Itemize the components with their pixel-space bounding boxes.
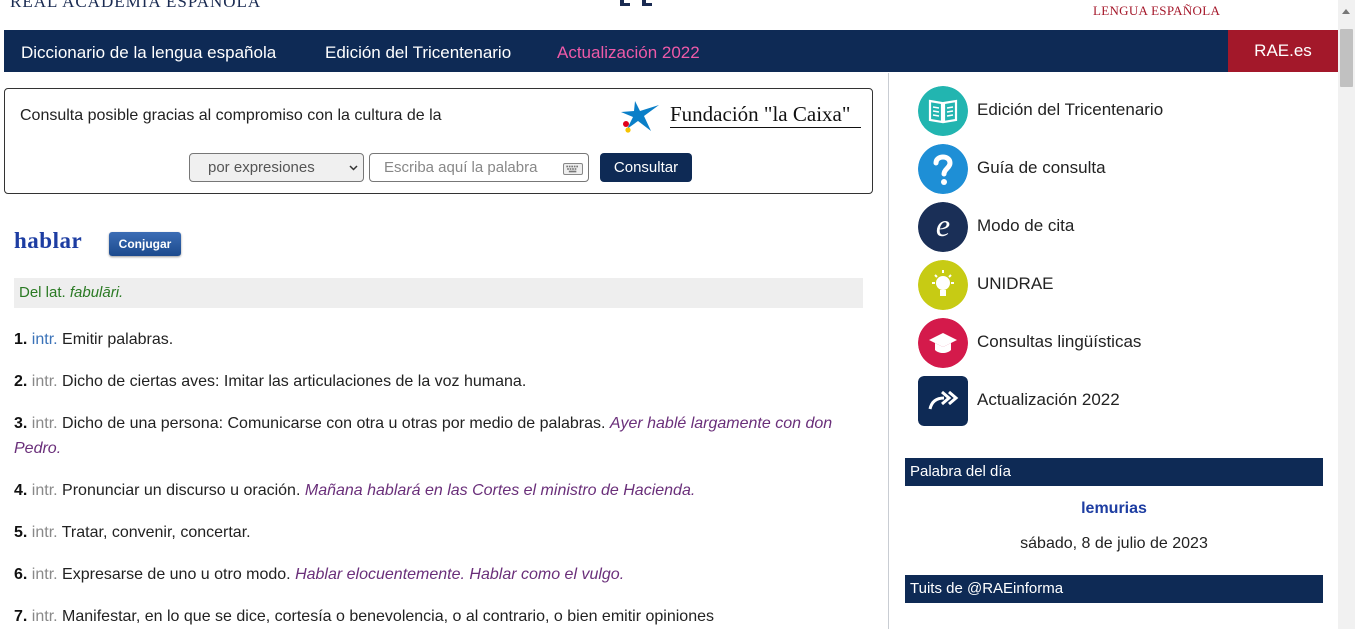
search-input[interactable]: Escriba aquí la palabra [369,153,589,182]
search-mode-value: por expresiones [208,159,315,176]
etymology: Del lat. fabulāri. [14,278,863,308]
caixa-underline [670,127,861,128]
definition-item: 6. intr. Expresarse de uno u otro modo. … [14,562,866,587]
book-icon [918,86,968,136]
definition-number: 7. [14,608,28,625]
definition-number: 5. [14,524,28,541]
definition-number: 3. [14,415,28,432]
caixa-star-icon [621,101,659,133]
definition-abbr[interactable]: intr. [32,331,58,348]
nav-actualizacion[interactable]: Actualización 2022 [557,43,700,63]
definition-item: 1. intr. Emitir palabras. [14,327,866,352]
vertical-scrollbar[interactable] [1338,0,1355,629]
keyboard-icon[interactable] [563,163,583,175]
rae-org-name[interactable]: REAL ACADEMIA ESPAÑOLA [10,0,261,12]
search-placeholder: Escriba aquí la palabra [384,159,538,176]
sidebar-label: Consultas lingüísticas [977,332,1142,351]
definition-text: Pronunciar un discurso u oración. [62,482,301,499]
definition-abbr[interactable]: intr. [32,524,58,541]
double-arrow-icon [918,376,968,426]
column-divider [888,73,889,629]
conjugar-button[interactable]: Conjugar [109,232,181,256]
top-header: REAL ACADEMIA ESPAÑOLA LENGUA ESPAÑOLA [0,0,1338,30]
sidebar-item-guia[interactable]: Guía de consulta [918,144,1298,196]
definition-abbr[interactable]: intr. [32,566,58,583]
sidebar-label: UNIDRAE [977,274,1054,293]
word-of-day-link[interactable]: lemurias [905,500,1323,518]
word-of-day-date: sábado, 8 de julio de 2023 [1020,535,1208,552]
definition-number: 2. [14,373,28,390]
scroll-thumb[interactable] [1340,29,1353,87]
definition-number: 4. [14,482,28,499]
sidebar-item-modo-cita[interactable]: e Modo de cita [918,202,1298,254]
caixa-logo-text: Fundación "la Caixa" [670,102,851,126]
definition-abbr[interactable]: intr. [32,482,58,499]
sponsor-text: Consulta posible gracias al compromiso c… [20,107,442,124]
sidebar-item-tricentenario[interactable]: Edición del Tricentenario [918,86,1298,138]
definition-text: Emitir palabras. [62,331,174,348]
definition-item: 5. intr. Tratar, convenir, concertar. [14,520,866,545]
chevron-down-icon [349,165,358,171]
definition-text: Manifestar, en lo que se dice, cortesía … [62,608,714,625]
definitions-list: 1. intr. Emitir palabras. 2. intr. Dicho… [14,327,866,629]
definition-text: Dicho de una persona: Comunicarse con ot… [62,415,606,432]
e-letter-icon: e [918,202,968,252]
scroll-up-icon[interactable] [1342,9,1350,14]
definition-item: 2. intr. Dicho de ciertas aves: Imitar l… [14,369,866,394]
sidebar-item-actualizacion[interactable]: Actualización 2022 [918,376,1298,428]
definition-text: Tratar, convenir, concertar. [61,524,251,541]
search-mode-select[interactable]: por expresiones [189,153,364,182]
definition-abbr[interactable]: intr. [32,415,58,432]
sidebar-label: Edición del Tricentenario [977,100,1164,119]
consultar-button[interactable]: Consultar [600,153,692,182]
word-of-day-heading: Palabra del día [905,458,1323,486]
rae-es-button[interactable]: RAE.es [1228,30,1338,72]
main-navbar: Diccionario de la lengua española Edició… [4,30,1338,72]
sidebar-label: Actualización 2022 [977,390,1120,409]
fundacion-la-caixa-logo[interactable]: Fundación "la Caixa" [619,99,864,133]
definition-abbr[interactable]: intr. [32,608,58,625]
definition-number: 6. [14,566,28,583]
tweets-heading: Tuits de @RAEinforma [905,575,1323,603]
definition-example: Hablar elocuentemente. Hablar como el vu… [295,566,625,583]
definition-item: 7. intr. Manifestar, en lo que se dice, … [14,604,866,629]
lengua-espanola-label: LENGUA ESPAÑOLA [1093,3,1221,18]
nav-diccionario[interactable]: Diccionario de la lengua española [21,43,276,63]
nav-tricentenario[interactable]: Edición del Tricentenario [325,43,511,63]
definition-example: Mañana hablará en las Cortes el ministro… [304,482,696,499]
lightbulb-icon [918,260,968,310]
headword: hablar [14,228,83,253]
sidebar-item-unidrae[interactable]: UNIDRAE [918,260,1298,312]
definition-item: 4. intr. Pronunciar un discurso u oració… [14,478,866,503]
sidebar-label: Modo de cita [977,216,1075,235]
svg-text:e: e [936,207,950,243]
rae-logo-icon[interactable] [616,0,656,10]
sidebar-label: Guía de consulta [977,158,1106,177]
definition-number: 1. [14,331,28,348]
graduation-cap-icon [918,318,968,368]
definition-text: Expresarse de uno u otro modo. [62,566,291,583]
sidebar-item-consultas[interactable]: Consultas lingüísticas [918,318,1298,370]
search-panel: Consulta posible gracias al compromiso c… [4,88,873,194]
question-icon [918,144,968,194]
definition-item: 3. intr. Dicho de una persona: Comunicar… [14,411,866,461]
definition-abbr[interactable]: intr. [32,373,58,390]
definition-text: Dicho de ciertas aves: Imitar las articu… [62,373,527,390]
etym-prefix: Del lat. [19,284,66,301]
etym-word: fabulāri. [69,284,124,301]
